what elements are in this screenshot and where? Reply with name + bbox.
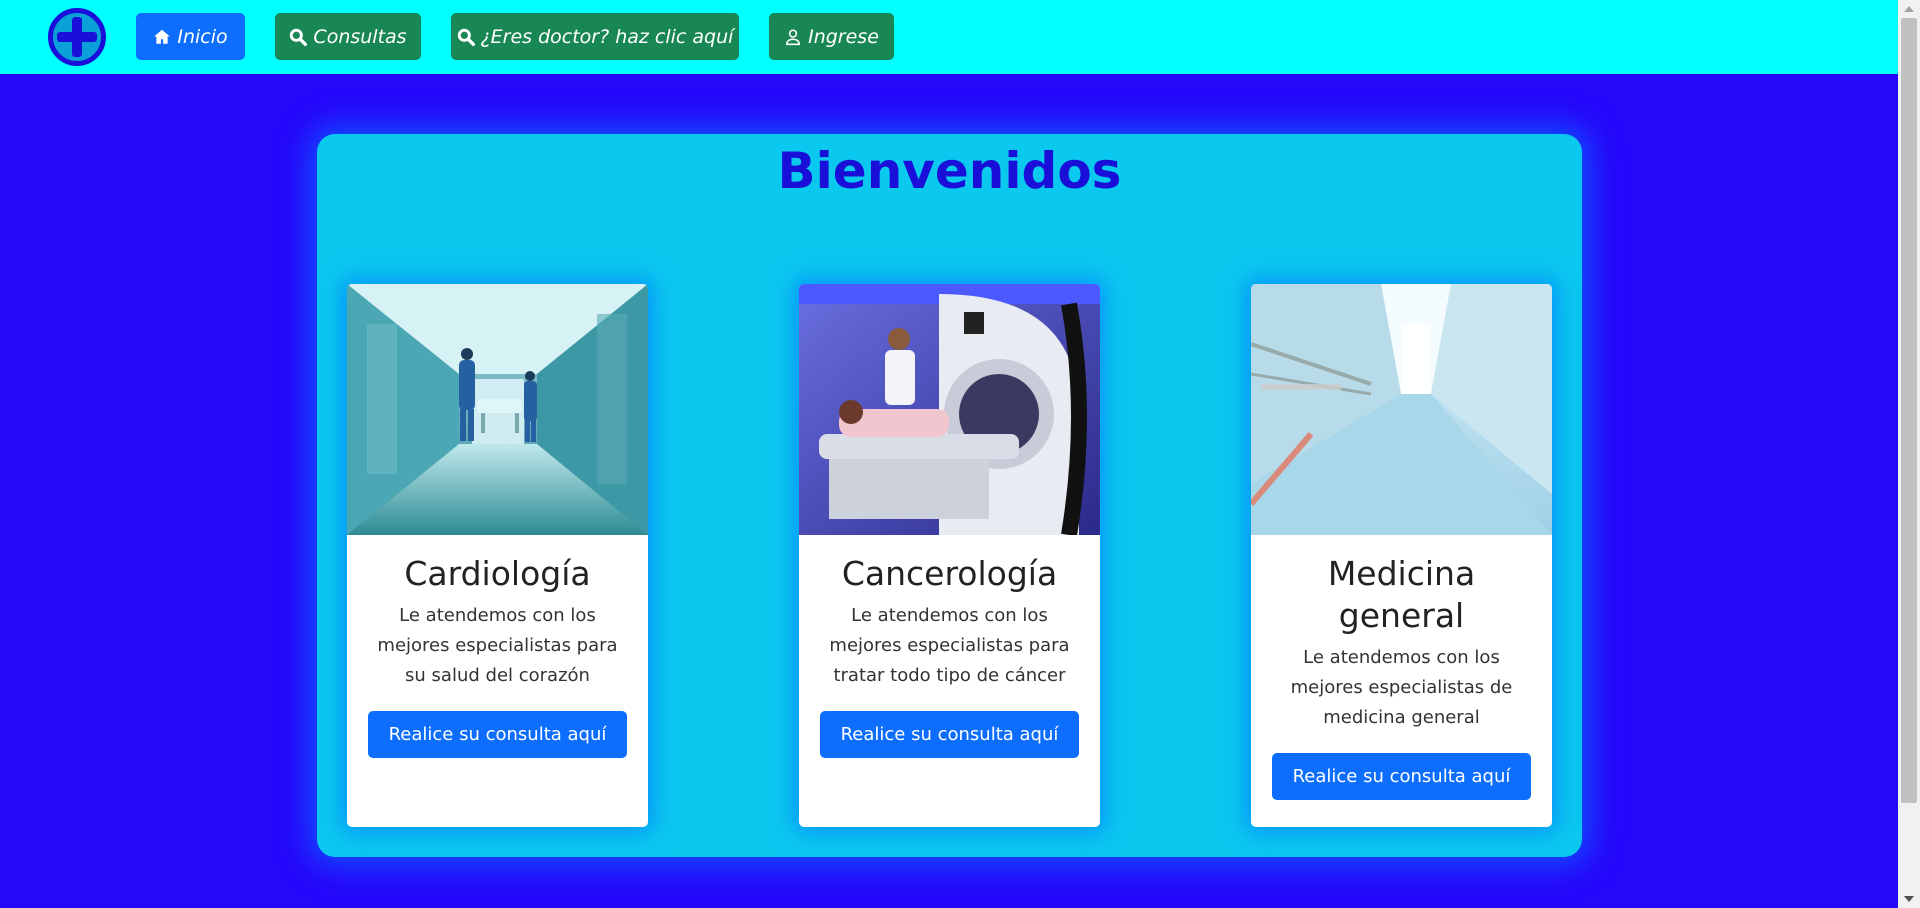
nav-consultas-label: Consultas xyxy=(313,25,407,48)
card-text: Le atendemos con los mejores especialist… xyxy=(377,605,618,686)
card-text: Le atendemos con los mejores especialist… xyxy=(1290,647,1513,728)
consult-button-cardiologia[interactable]: Realice su consulta aquí xyxy=(368,711,627,758)
specialty-card-cardiologia: Cardiología Le atendemos con los mejores… xyxy=(347,284,648,827)
bright-corridor-photo xyxy=(1251,284,1552,535)
search-icon xyxy=(457,28,475,46)
medical-cross-icon[interactable] xyxy=(48,8,106,66)
mri-scanner-photo xyxy=(799,284,1100,535)
card-text: Le atendemos con los mejores especialist… xyxy=(829,605,1070,686)
card-body: Cancerología Le atendemos con los mejore… xyxy=(799,535,1100,758)
nav-ingrese-button[interactable]: Ingrese xyxy=(769,13,894,60)
card-title: Cancerología xyxy=(841,554,1058,593)
consult-button-medicina-general[interactable]: Realice su consulta aquí xyxy=(1272,753,1531,800)
home-icon xyxy=(154,29,171,44)
nav-ingrese-label: Ingrese xyxy=(808,25,879,48)
scroll-down-icon[interactable] xyxy=(1904,896,1914,902)
nav-inicio-label: Inicio xyxy=(177,25,228,48)
search-icon xyxy=(290,28,308,46)
card-title: Cardiología xyxy=(404,554,591,593)
page-scrollbar[interactable] xyxy=(1898,0,1920,908)
consult-button-cancerologia[interactable]: Realice su consulta aquí xyxy=(820,711,1079,758)
nav-consultas-button[interactable]: Consultas xyxy=(275,13,421,60)
nav-doctor-button[interactable]: ¿Eres doctor? haz clic aquí xyxy=(451,13,739,60)
page-title: Bienvenidos xyxy=(777,142,1122,200)
nav-doctor-label: ¿Eres doctor? haz clic aquí xyxy=(480,25,734,48)
welcome-panel: Bienvenidos Cardiología Le atendemos con… xyxy=(317,134,1582,857)
nav-inicio-button[interactable]: Inicio xyxy=(136,13,245,60)
hospital-corridor-photo xyxy=(347,284,648,535)
scroll-thumb[interactable] xyxy=(1901,18,1917,803)
scroll-up-icon[interactable] xyxy=(1904,6,1914,12)
top-navbar: Inicio Consultas ¿Eres doctor? haz clic … xyxy=(0,0,1898,74)
specialty-card-cancerologia: Cancerología Le atendemos con los mejore… xyxy=(799,284,1100,827)
user-icon xyxy=(786,28,801,45)
card-body: Medicina general Le atendemos con los me… xyxy=(1251,535,1552,800)
card-body: Cardiología Le atendemos con los mejores… xyxy=(347,535,648,758)
specialty-card-medicina-general: Medicina general Le atendemos con los me… xyxy=(1251,284,1552,827)
card-title: Medicina general xyxy=(1327,554,1476,635)
